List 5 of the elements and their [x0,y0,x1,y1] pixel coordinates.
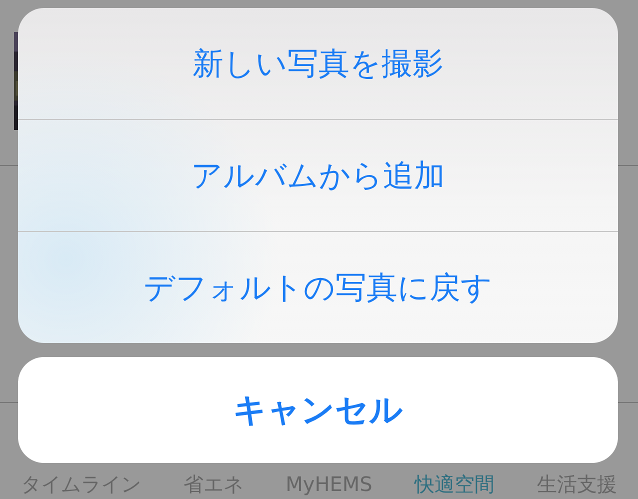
action-button[interactable]: アルバムから追加 [18,119,618,231]
cancel-button[interactable]: キャンセル [18,357,618,463]
action-button[interactable]: デフォルトの写真に戻す [18,231,618,343]
action-button[interactable]: 新しい写真を撮影 [18,8,618,119]
tab[interactable]: 快適空間 [414,472,495,496]
